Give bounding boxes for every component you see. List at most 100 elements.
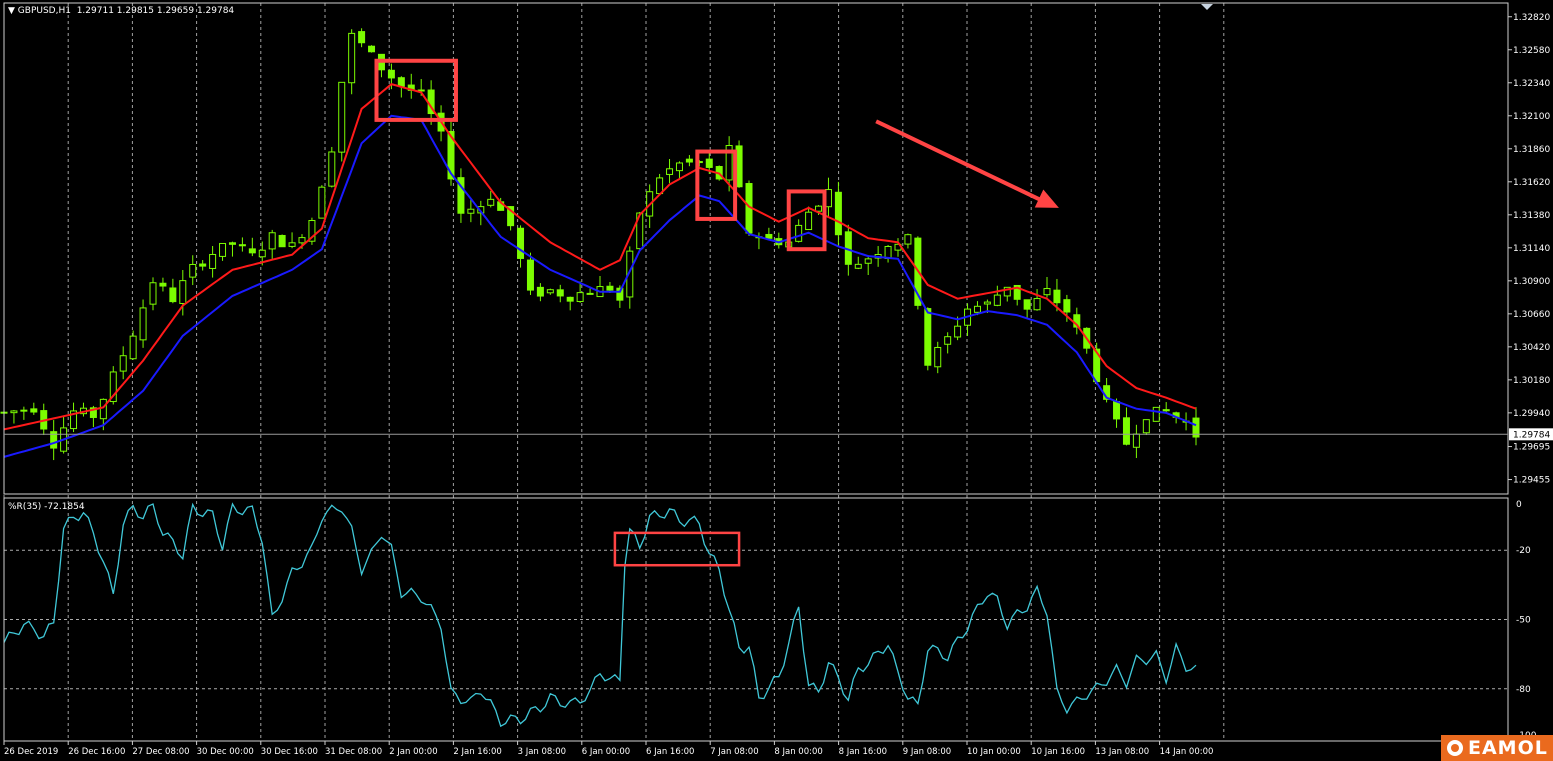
time-tick-label: 30 Dec 16:00 [261,747,318,757]
candle-body [1162,409,1170,412]
candle-body [864,258,872,264]
candle-body [298,237,306,244]
price-tick-label: 1.31620 [1513,178,1550,188]
candle-body [983,301,991,305]
time-tick-label: 6 Jan 00:00 [582,747,630,757]
price-chart[interactable]: 0-20-50-80-100 1.328201.325801.323401.32… [0,0,1553,761]
candle-body [1113,400,1121,420]
price-tick-label: 1.29940 [1513,409,1550,419]
time-tick-label: 27 Dec 08:00 [132,747,189,757]
candle-body [586,292,594,295]
candle-body [944,336,952,345]
price-tick-label: 1.32820 [1513,13,1550,23]
candle-body [993,294,1001,306]
candlesticks [0,28,1200,461]
candle-body [159,282,167,287]
price-tick-label: 1.30180 [1513,376,1550,386]
candle-body [278,234,286,248]
candle-body [328,151,336,187]
candle-body [129,335,137,360]
time-tick-label: 10 Jan 16:00 [1031,747,1085,757]
candle-body [248,248,256,254]
candle-body [119,355,127,372]
eamol-logo: EAMOL [1441,735,1553,761]
wr-tick-label: -80 [1516,685,1531,695]
time-tick-label: 14 Jan 00:00 [1160,747,1214,757]
candle-body [1053,289,1061,304]
symbol-dropdown-icon[interactable]: ▼ [8,6,15,16]
annotations [374,58,1059,567]
candle-body [1023,299,1031,310]
candle-body [238,244,246,247]
price-tick-label: 1.29455 [1513,476,1550,486]
candle-body [556,289,564,297]
candle-body [576,292,584,303]
candle-body [675,162,683,172]
candle-body [954,325,962,338]
wr-highlight-box [613,531,741,567]
candle-body [368,45,376,53]
candle-body [795,224,803,242]
candle-body [179,280,187,304]
candle-body [10,410,18,414]
candle-body [566,296,574,302]
candle-body [805,211,813,231]
candle-body [1132,433,1140,448]
time-tick-label: 26 Dec 2019 [4,747,58,757]
candle-body [904,234,912,245]
candle-body [487,198,495,206]
candle-body [338,81,346,153]
candle-body [1142,419,1150,434]
time-tick-label: 3 Jan 08:00 [518,747,566,757]
ohlc-values: 1.29711 1.29815 1.29659 1.29784 [76,6,235,16]
chart-shift-marker [1201,4,1213,10]
price-header: ▼ GBPUSD,H1 1.29711 1.29815 1.29659 1.29… [8,6,234,16]
candle-body [517,227,525,259]
candle-body [358,31,366,44]
candle-body [219,242,227,257]
price-panel-frame [3,2,1509,495]
candle-body [30,408,38,413]
candle-body [536,286,544,297]
candle-body [854,263,862,269]
candle-body [705,158,713,168]
wr-tick-label: -20 [1516,546,1531,556]
williams-r-line [3,502,1197,728]
price-tick-label: 1.30660 [1513,310,1550,320]
wr-tick-label: 0 [1516,500,1522,510]
candle-body [924,308,932,366]
candle-body [397,77,405,87]
candle-body [606,285,614,291]
indicator-header: %R(35) -72.1854 [8,502,85,512]
time-tick-label: 2 Jan 00:00 [389,747,437,757]
time-tick-label: 9 Jan 08:00 [903,747,951,757]
candle-body [189,263,197,278]
price-tick-label: 1.30900 [1513,277,1550,287]
candle-body [258,249,266,258]
candle-body [228,242,236,245]
candle-body [467,208,475,214]
logo-text: EAMOL [1468,737,1548,759]
candle-body [934,346,942,368]
price-tick-label: 1.31380 [1513,211,1550,221]
candle-body [685,158,693,163]
time-tick-label: 2 Jan 16:00 [453,747,501,757]
time-tick-label: 31 Dec 08:00 [325,747,382,757]
candle-body [834,191,842,236]
candle-body [348,32,356,84]
price-tick-label: 1.31860 [1513,145,1550,155]
time-tick-label: 30 Dec 00:00 [197,747,254,757]
grid [3,3,1225,741]
candle-body [99,398,107,420]
candle-body [199,263,207,267]
time-tick-label: 8 Jan 00:00 [774,747,822,757]
price-tick-label: 1.31140 [1513,244,1550,254]
candle-body [1033,298,1041,311]
time-tick-label: 8 Jan 16:00 [839,747,887,757]
current-price-label: 1.29784 [1513,430,1550,440]
candle-body [20,409,28,412]
time-tick-label: 13 Jan 08:00 [1095,747,1149,757]
candle-body [526,259,534,291]
candle-body [387,69,395,79]
candle-body [765,233,773,239]
